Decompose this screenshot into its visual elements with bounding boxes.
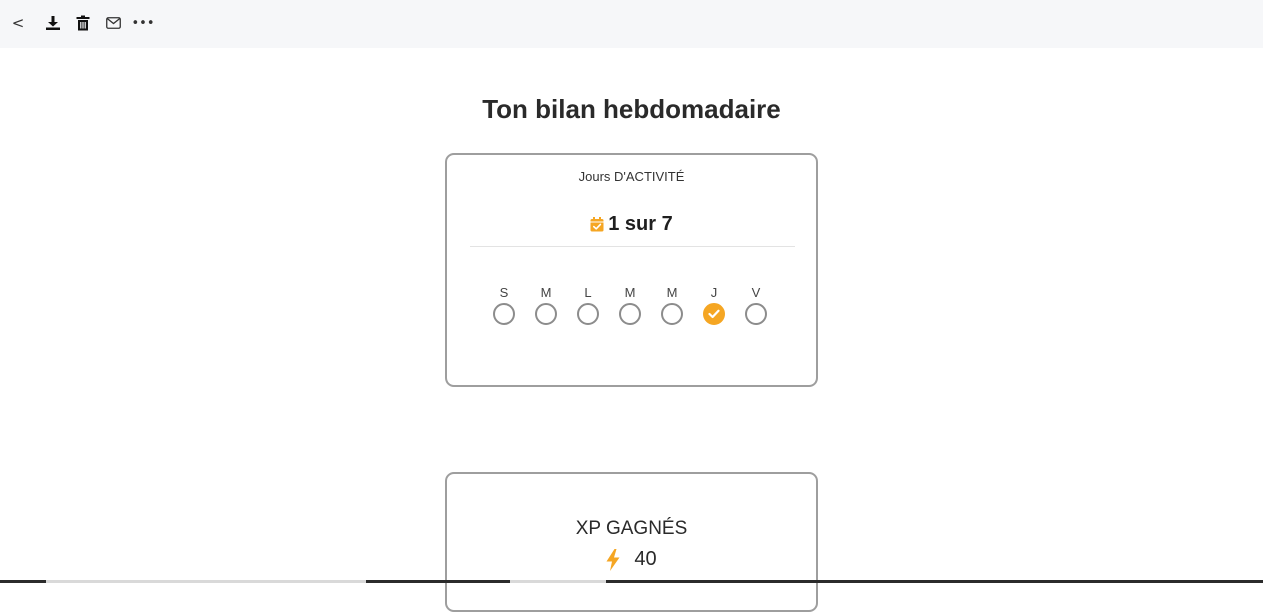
day-status-empty <box>745 303 767 325</box>
day-letter: V <box>751 285 761 300</box>
day-letter: M <box>666 285 678 300</box>
checkmark-icon <box>708 309 720 319</box>
day-item: M <box>619 286 641 325</box>
day-item: S <box>493 286 515 325</box>
day-item: J <box>703 286 725 325</box>
lightning-bolt-icon <box>606 548 620 571</box>
day-letter: L <box>584 285 592 300</box>
toolbar: < ••• <box>0 0 1263 48</box>
day-letter: J <box>710 285 718 300</box>
back-button[interactable]: < <box>9 12 27 34</box>
day-status-empty <box>619 303 641 325</box>
xp-card: XP GAGNÉS 40 <box>445 472 818 612</box>
chevron-left-icon: < <box>11 14 25 32</box>
download-icon <box>46 16 60 30</box>
activity-card-label: Jours D'ACTIVITÉ <box>578 169 685 184</box>
day-item: M <box>535 286 557 325</box>
download-button[interactable] <box>44 12 62 34</box>
divider <box>470 246 795 247</box>
activity-card: Jours D'ACTIVITÉ 1 sur 7 S M L M M J V <box>445 153 818 387</box>
day-item: M <box>661 286 683 325</box>
page-title: Ton bilan hebdomadaire <box>482 94 781 124</box>
activity-count-row: 1 sur 7 <box>447 213 816 236</box>
week-days: SMLMMJV <box>493 286 767 325</box>
day-status-empty <box>661 303 683 325</box>
delete-button[interactable] <box>74 12 92 34</box>
day-status-empty <box>577 303 599 325</box>
day-item: V <box>745 286 767 325</box>
mail-button[interactable] <box>104 12 122 34</box>
day-status-empty <box>493 303 515 325</box>
more-button[interactable]: ••• <box>131 12 155 34</box>
mail-icon <box>105 17 121 29</box>
xp-label: XP GAGNÉS <box>575 518 688 539</box>
calendar-check-icon <box>590 217 604 232</box>
activity-count: 1 sur 7 <box>608 213 673 235</box>
day-letter: M <box>540 285 552 300</box>
more-horizontal-icon: ••• <box>131 15 155 31</box>
xp-value: 40 <box>634 548 657 570</box>
day-status-empty <box>535 303 557 325</box>
day-letter: S <box>499 285 509 300</box>
day-letter: M <box>624 285 636 300</box>
day-item: L <box>577 286 599 325</box>
xp-row: 40 <box>447 548 816 571</box>
trash-icon <box>76 15 90 31</box>
day-status-done <box>703 303 725 325</box>
